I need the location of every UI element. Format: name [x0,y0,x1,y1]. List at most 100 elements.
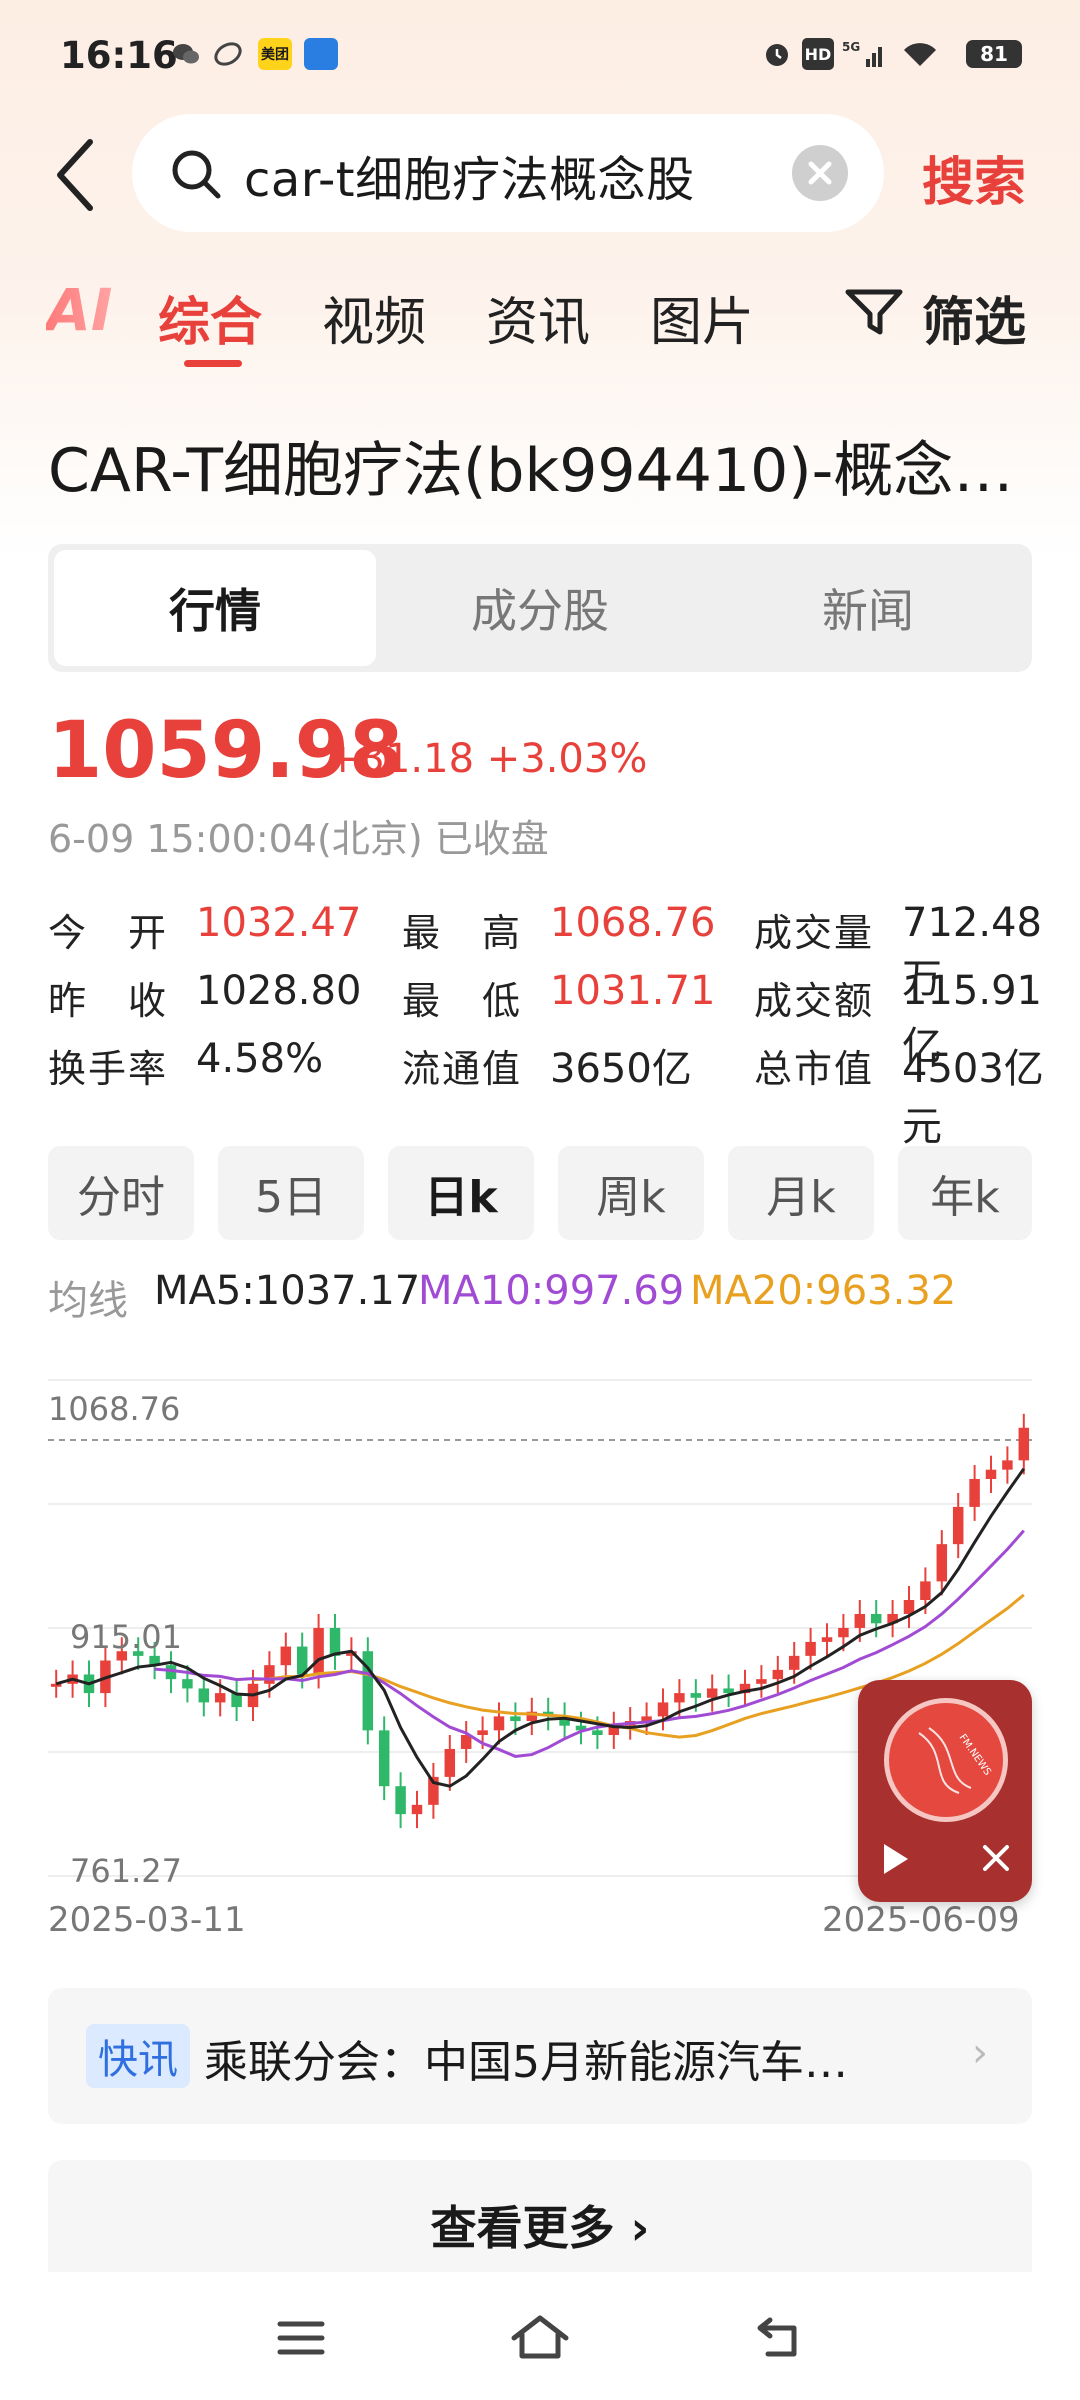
period-tab-weekly[interactable]: 周k [558,1146,704,1240]
candle-body [854,1613,866,1628]
candle-body [264,1665,275,1684]
candle-body [985,1469,997,1479]
candle-body [969,1478,980,1507]
svg-text:5G: 5G [842,40,860,54]
stat-value: 1032.47 [196,900,362,946]
candle-body [657,1702,669,1717]
candle-body [788,1655,800,1670]
play-icon[interactable] [876,1840,914,1882]
stat-value: 3650亿 [550,1046,692,1092]
battery-icon: 81 [966,40,1022,68]
candle-body [936,1544,948,1582]
candle-body [182,1679,193,1689]
period-tab-yearly[interactable]: 年k [898,1146,1032,1240]
status-time: 16:16 [60,34,178,77]
ma10-value: MA10:997.69 [418,1268,685,1314]
candle-body [706,1688,718,1698]
x-label-start: 2025-03-11 [48,1900,246,1940]
wifi-icon [900,38,940,70]
tab-images[interactable]: 图片 [650,280,754,355]
candle-body [690,1693,702,1698]
stat-label: 最 高 [402,911,523,955]
ma20-value: MA20:963.32 [690,1268,957,1314]
close-icon[interactable] [980,1842,1012,1878]
period-tab-intraday[interactable]: 分时 [48,1146,194,1240]
quote-timestamp: 6-09 15:00:04(北京) 已收盘 [48,817,549,861]
stat-label: 成交额 [754,979,875,1023]
tab-video[interactable]: 视频 [322,280,426,355]
ai-tab[interactable]: AI [46,276,112,344]
svg-text:FM.NEWS: FM.NEWS [957,1732,993,1777]
candle-body [198,1688,210,1703]
candle-body [1018,1427,1030,1461]
home-icon[interactable] [510,2312,570,2366]
view-more-button[interactable]: 查看更多 › [48,2160,1032,2290]
y-tick-mid: 915.01 [70,1618,182,1656]
stat-value: 1031.71 [550,968,716,1014]
candle-body [821,1637,833,1642]
candle-body [723,1688,734,1694]
candle-body [952,1506,964,1545]
candle-body [592,1730,603,1736]
candle-body [313,1627,324,1675]
stat-value: 1028.80 [196,968,362,1014]
clear-icon[interactable] [792,145,848,201]
back-nav-icon[interactable] [754,2314,804,2364]
menu-icon[interactable] [276,2318,326,2362]
candle-body [378,1730,390,1787]
candle-body [756,1679,767,1684]
tab-news[interactable]: 资讯 [486,280,590,355]
candle-body [214,1693,226,1703]
stat-value: 4503亿元 [902,1046,1044,1150]
stat-label: 成交量 [754,911,875,955]
candle-body [805,1641,816,1656]
car-app-icon [304,38,338,70]
fm-disc-icon[interactable]: FM.NEWS [884,1698,1008,1822]
period-tab-monthly[interactable]: 月k [728,1146,874,1240]
segment-quote[interactable]: 行情 [54,550,376,666]
wechat-icon [172,38,200,70]
price-change: +31.18 +3.03% [326,736,648,782]
stat-value: 1068.76 [550,900,716,946]
candle-body [870,1613,882,1624]
segment-constituents[interactable]: 成分股 [376,544,704,672]
meituan-icon: 美团 [258,38,292,70]
candle-body [411,1804,423,1815]
news-flash-badge: 快讯 [86,2024,190,2088]
news-flash-text[interactable]: 乘联分会：中国5月新能源汽车… [204,2026,848,2090]
stat-label: 今 开 [48,911,169,955]
candle-body [510,1716,521,1722]
y-tick-low: 761.27 [70,1852,182,1890]
stat-label: 流通值 [402,1047,523,1091]
stat-label: 昨 收 [48,979,169,1023]
search-button[interactable]: 搜索 [922,140,1026,215]
back-button[interactable] [46,130,106,220]
stat-label: 总市值 [754,1047,875,1091]
chevron-right-icon[interactable]: › [972,2030,988,2076]
x-label-end: 2025-06-09 [822,1900,1020,1940]
y-tick-high: 1068.76 [48,1390,181,1428]
candle-body [674,1693,685,1703]
candle-body [444,1748,456,1777]
alarm-icon [760,38,794,70]
candle-body [838,1627,849,1638]
candle-body [1002,1460,1013,1470]
search-query[interactable]: car-t细胞疗法概念股 [244,140,695,210]
segment-news[interactable]: 新闻 [704,544,1032,672]
filter-button[interactable]: 筛选 [922,280,1026,355]
tab-comprehensive[interactable]: 综合 [158,280,262,355]
active-tab-indicator [184,360,242,367]
candle-body [329,1627,341,1656]
signal-5g-icon: 5G [842,38,886,70]
app-icon [212,38,244,70]
stat-label: 最 低 [402,979,523,1023]
stat-label: 换手率 [48,1047,169,1091]
page-title[interactable]: CAR-T细胞疗法(bk994410)-概念… [48,422,1038,509]
period-tab-daily[interactable]: 日k [388,1146,534,1240]
candle-body [772,1669,784,1680]
candle-body [903,1600,915,1614]
filter-icon[interactable] [844,286,904,342]
ma-label: 均线 [48,1278,128,1324]
ma5-value: MA5:1037.17 [154,1268,421,1314]
period-tab-5day[interactable]: 5日 [218,1146,364,1240]
